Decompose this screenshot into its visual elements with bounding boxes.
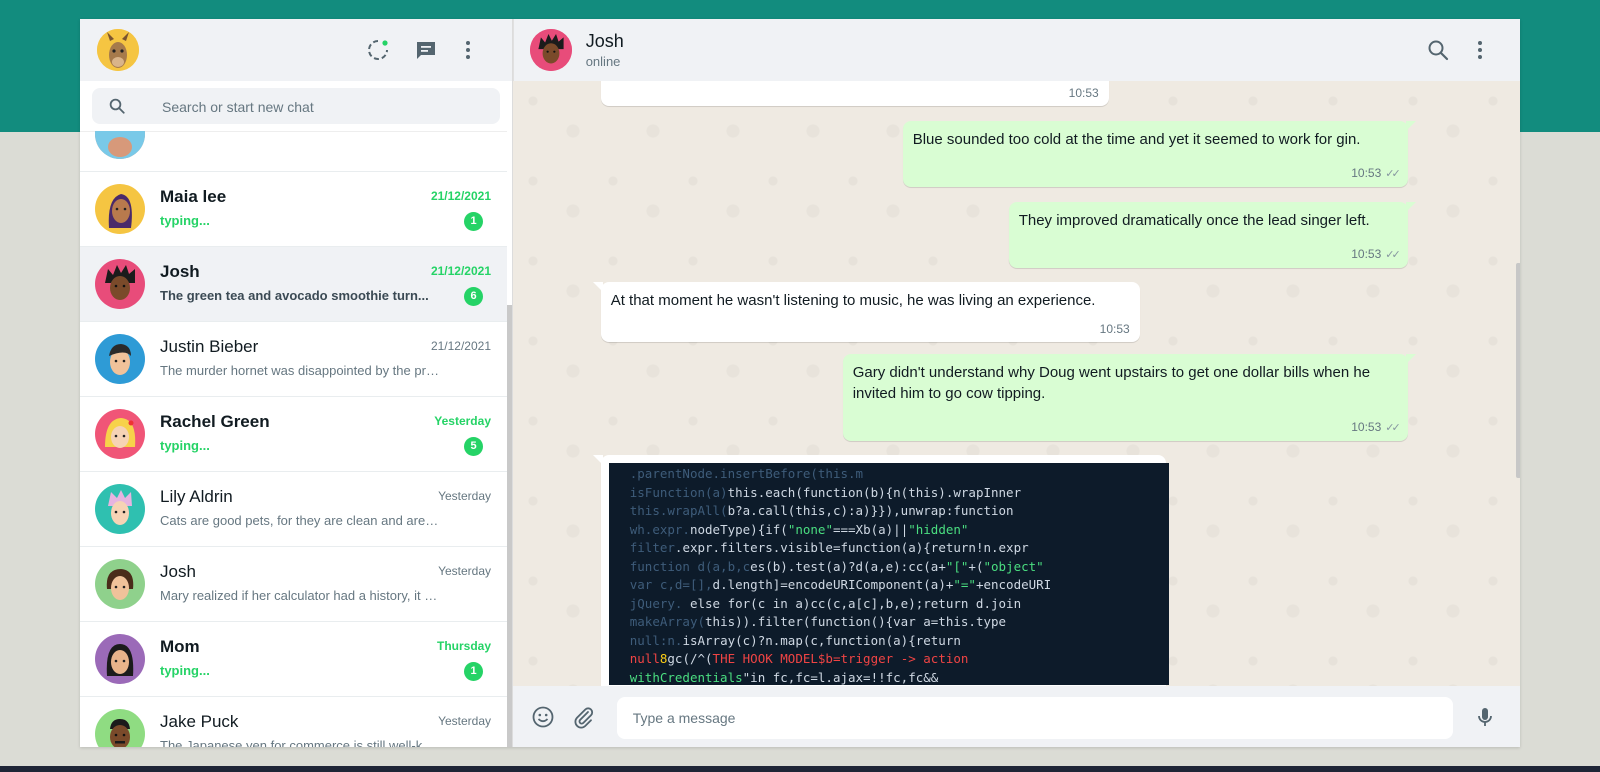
avatar: [95, 334, 145, 384]
whatsapp-app: Maia lee 21/12/2021 typing... 1 Josh 21/…: [80, 19, 1520, 747]
message-list: 10:53 Blue sounded too cold at the time …: [512, 81, 1520, 686]
message-bubble[interactable]: At that moment he wasn't listening to mu…: [592, 282, 1140, 342]
chat-name: Lily Aldrin: [160, 487, 233, 506]
message-time: 10:53: [1099, 322, 1130, 336]
message-bubble[interactable]: 10:53: [600, 81, 1109, 106]
sidebar-scrollbar-thumb[interactable]: [506, 305, 512, 747]
chat-time: Yesterday: [438, 714, 491, 728]
message-text: They improved dramatically once the lead…: [1018, 212, 1370, 229]
read-receipt-icon: ✓✓: [1385, 249, 1401, 261]
conversation-header: Josh online: [512, 19, 1520, 81]
chat-name: Maia lee: [160, 187, 227, 206]
chat-time: Yesterday: [438, 564, 491, 578]
chat-item[interactable]: Josh Yesterday Mary realized if her calc…: [80, 547, 507, 622]
composer: [512, 686, 1520, 747]
chat-time: Yesterday: [438, 489, 491, 503]
attach-icon[interactable]: [571, 705, 595, 729]
message-time: 10:53 ✓✓: [1351, 247, 1401, 261]
message-input[interactable]: [616, 697, 1453, 739]
message-text: Gary didn't understand why Doug went ups…: [852, 364, 1371, 402]
contact-avatar[interactable]: [529, 29, 572, 71]
chat-preview: The green tea and avocado smoothie turn.…: [160, 288, 429, 303]
chat-time: 21/12/2021: [430, 339, 491, 353]
contact-name[interactable]: Josh: [586, 31, 624, 52]
search-box[interactable]: [92, 88, 500, 126]
chat-name: Mom: [160, 637, 200, 656]
chat-preview: Cats are good pets, for they are clean a…: [160, 513, 440, 528]
avatar: [95, 184, 145, 234]
chat-preview: typing...: [160, 438, 210, 453]
message-bubble[interactable]: Blue sounded too cold at the time and ye…: [902, 121, 1416, 187]
search-icon[interactable]: [1426, 38, 1450, 62]
avatar: [95, 259, 145, 309]
message-time: 10:53 ✓✓: [1351, 420, 1401, 434]
unread-badge: 6: [464, 287, 483, 306]
sidebar: Maia lee 21/12/2021 typing... 1 Josh 21/…: [80, 19, 513, 747]
my-avatar[interactable]: [97, 29, 139, 71]
chat-item[interactable]: Maia lee 21/12/2021 typing... 1: [80, 172, 507, 247]
chat-name: Jake Puck: [160, 712, 239, 731]
chat-item[interactable]: Josh 21/12/2021 The green tea and avocad…: [80, 247, 507, 322]
avatar: [95, 634, 145, 684]
menu-icon[interactable]: [1468, 38, 1492, 62]
conversation-scrollbar[interactable]: [1515, 263, 1520, 478]
search-bar: [80, 81, 512, 132]
chat-name: Justin Bieber: [160, 337, 259, 356]
chat-preview: typing...: [160, 663, 210, 678]
search-input[interactable]: [160, 88, 484, 126]
chat-time: 21/12/2021: [430, 264, 491, 278]
chat-preview: Mary realized if her calculator had a hi…: [160, 588, 440, 603]
unread-badge: 1: [464, 212, 483, 231]
chat-name: Josh: [160, 262, 200, 281]
unread-badge: 1: [464, 662, 483, 681]
chat-time: Yesterday: [434, 414, 491, 428]
message-text: Blue sounded too cold at the time and ye…: [912, 131, 1361, 148]
avatar: [95, 559, 145, 609]
chat-item[interactable]: Lily Aldrin Yesterday Cats are good pets…: [80, 472, 507, 547]
message-time: 10:53: [1068, 86, 1099, 100]
code-screenshot-image[interactable]: .parentNode.insertBefore(this.m isFuncti…: [608, 463, 1169, 685]
chat-time: Thursday: [436, 639, 491, 653]
chat-item[interactable]: Jake Puck Yesterday The Japanese yen for…: [80, 697, 507, 747]
background-bottom: [0, 766, 1600, 772]
avatar: [95, 131, 145, 159]
chat-item[interactable]: Justin Bieber 21/12/2021 The murder horn…: [80, 322, 507, 397]
message-bubble[interactable]: Gary didn't understand why Doug went ups…: [842, 354, 1416, 441]
new-chat-icon[interactable]: [414, 38, 438, 62]
read-receipt-icon: ✓✓: [1385, 422, 1401, 434]
emoji-icon[interactable]: [531, 705, 555, 729]
chat-time: 21/12/2021: [430, 189, 491, 203]
chat-name: Rachel Green: [160, 412, 270, 431]
chat-preview: typing...: [160, 213, 210, 228]
mic-icon[interactable]: [1473, 705, 1497, 729]
chat-list: Maia lee 21/12/2021 typing... 1 Josh 21/…: [80, 131, 507, 747]
image-message-bubble[interactable]: .parentNode.insertBefore(this.m isFuncti…: [592, 455, 1169, 686]
contact-status: online: [585, 54, 621, 69]
status-icon[interactable]: [366, 38, 390, 62]
chat-item[interactable]: [80, 131, 507, 172]
sidebar-header: [80, 19, 512, 81]
avatar: [95, 484, 145, 534]
chat-preview: The Japanese yen for commerce is still w…: [160, 738, 440, 747]
chat-name: Josh: [160, 562, 196, 581]
unread-badge: 5: [464, 437, 483, 456]
message-text: At that moment he wasn't listening to mu…: [610, 292, 1096, 309]
message-bubble[interactable]: They improved dramatically once the lead…: [1008, 202, 1416, 268]
avatar: [95, 709, 145, 747]
chat-preview: The murder hornet was disappointed by th…: [160, 363, 440, 378]
search-icon: [108, 97, 126, 115]
avatar: [95, 409, 145, 459]
menu-icon[interactable]: [456, 38, 480, 62]
conversation-pane: Josh online 10:53 Blue sounded too cold: [512, 19, 1520, 747]
message-time: 10:53 ✓✓: [1351, 166, 1401, 180]
chat-item[interactable]: Rachel Green Yesterday typing... 5: [80, 397, 507, 472]
read-receipt-icon: ✓✓: [1385, 168, 1401, 180]
chat-item[interactable]: Mom Thursday typing... 1: [80, 622, 507, 697]
